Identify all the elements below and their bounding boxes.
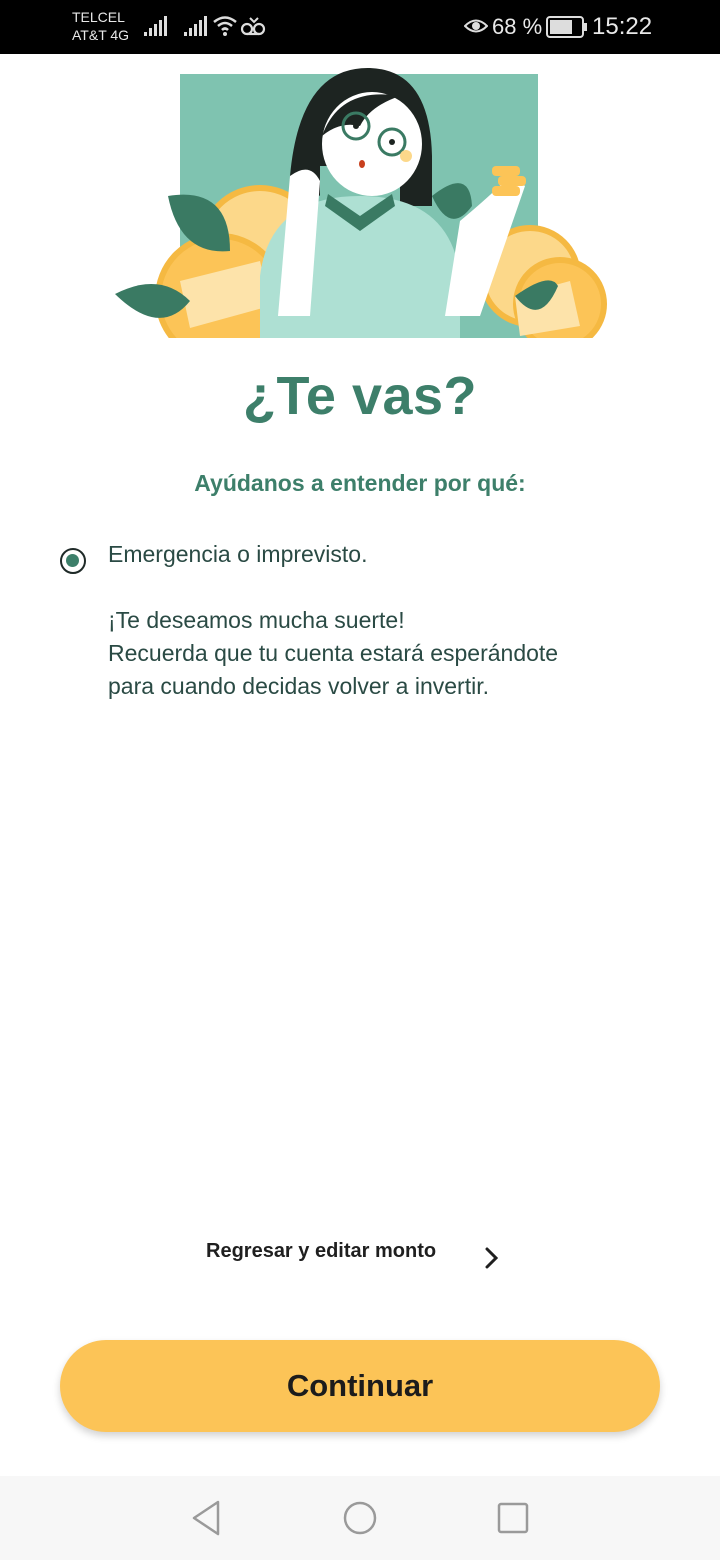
signal-icon-2 [184,16,207,36]
status-bar: TELCEL AT&T 4G 68 % 15:22 [0,0,720,54]
page-title: ¿Te vas? [242,366,478,426]
carrier-2: AT&T 4G [72,27,130,43]
back-icon[interactable] [190,1498,224,1538]
system-nav-bar [0,1476,720,1560]
continue-button[interactable]: Continuar [60,1340,660,1432]
farewell-message: ¡Te deseamos mucha suerte! Recuerda que … [108,604,668,703]
carrier-info: TELCEL AT&T 4G [72,8,129,44]
farewell-illustration [115,67,607,338]
signal-icon [144,16,167,36]
chevron-right-icon[interactable] [484,1247,500,1269]
recents-icon[interactable] [496,1498,530,1538]
message-line-3: para cuando decidas volver a invertir. [108,673,489,699]
back-edit-amount-link[interactable]: Regresar y editar monto [206,1240,436,1263]
reason-option-label[interactable]: Emergencia o imprevisto. [108,541,368,568]
wifi-icon [213,16,237,36]
message-line-1: ¡Te deseamos mucha suerte! [108,607,405,633]
battery-percent: 68 % [492,14,543,39]
page-subtitle: Ayúdanos a entender por qué: [194,470,526,496]
reason-radio-button[interactable] [60,548,86,574]
eye-icon [464,19,488,33]
message-line-2: Recuerda que tu cuenta estará esperándot… [108,640,559,666]
voicemail-icon [240,17,266,36]
battery-icon [546,16,587,38]
radio-selected-dot [66,554,79,567]
home-icon[interactable] [342,1498,378,1538]
carrier-1: TELCEL [72,9,125,25]
clock: 15:22 [592,13,653,40]
